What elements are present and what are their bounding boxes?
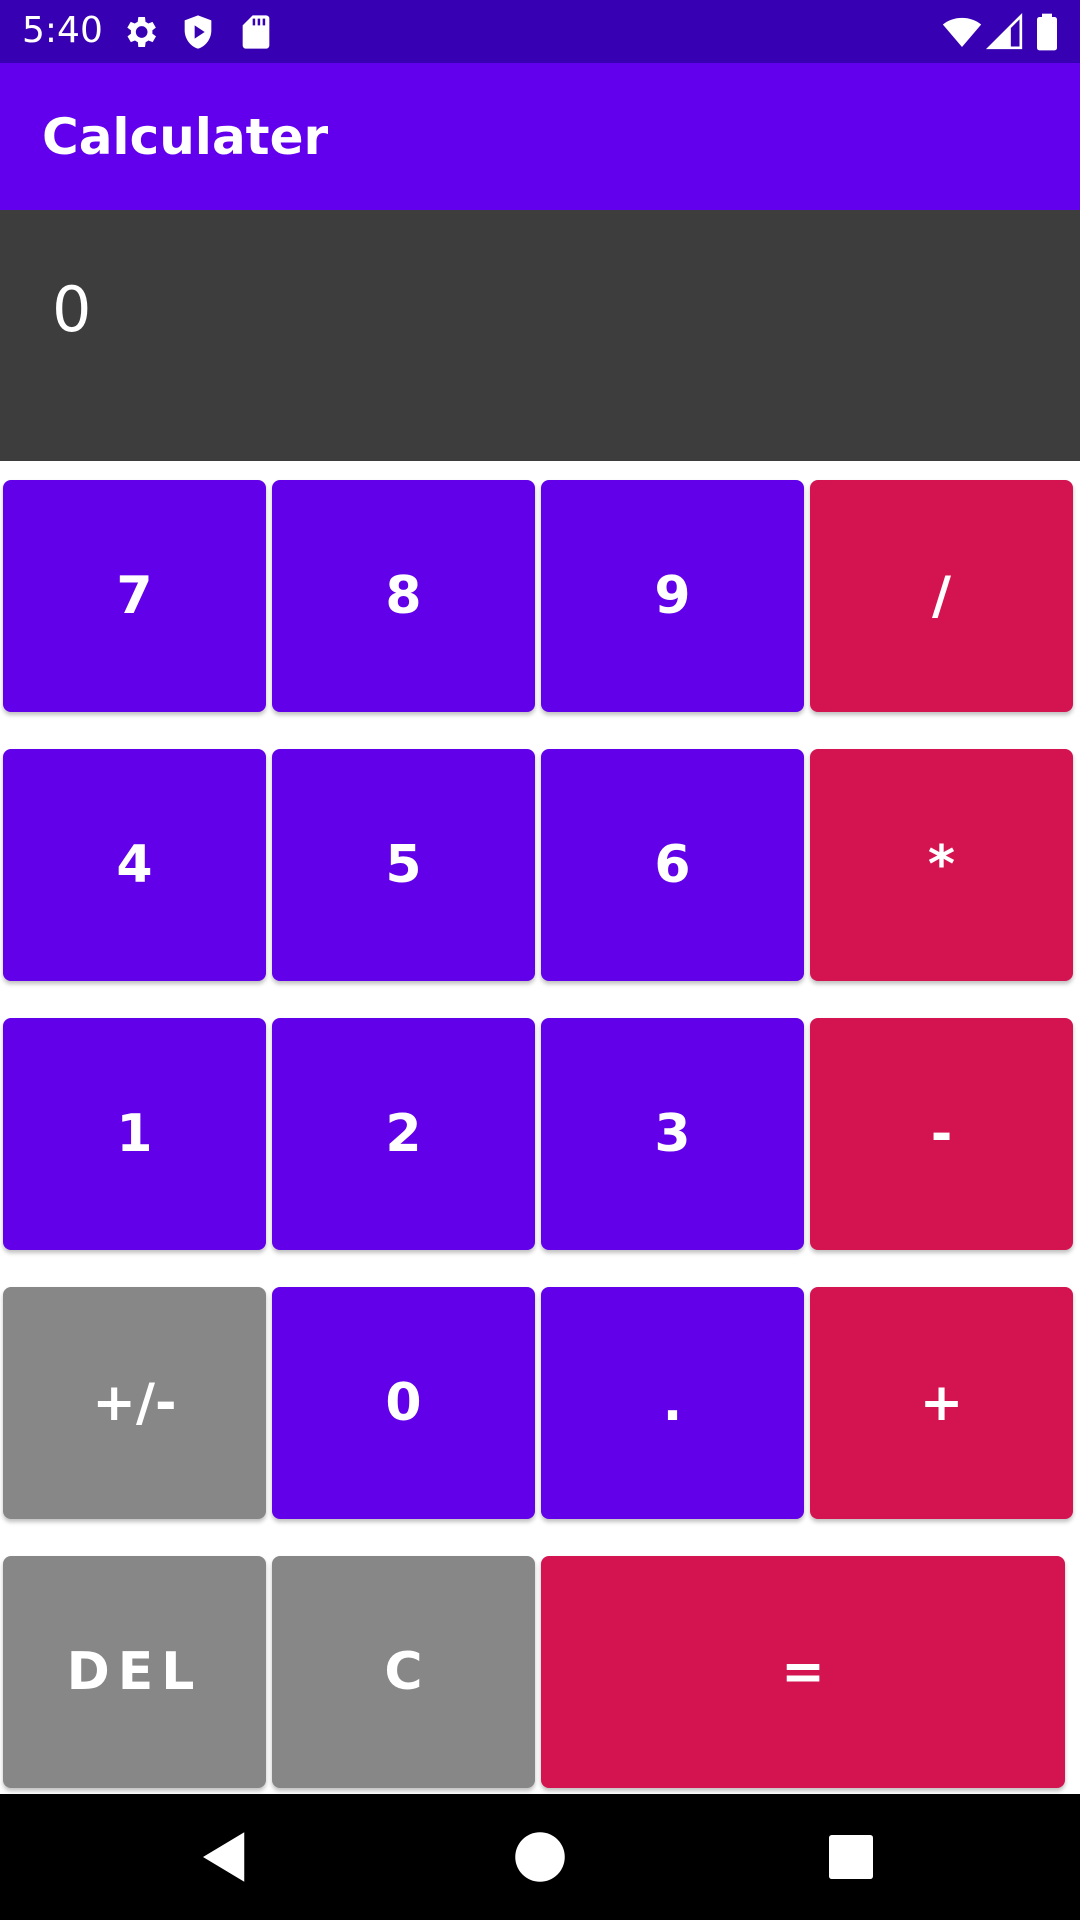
result-display: 0 <box>0 210 1080 461</box>
back-icon[interactable] <box>192 1824 258 1890</box>
recents-icon[interactable] <box>818 1824 884 1890</box>
app-title: Calculater <box>42 108 329 166</box>
wifi-icon <box>942 12 982 52</box>
key-subtract[interactable]: - <box>810 1018 1073 1250</box>
play-protect-icon <box>178 12 218 52</box>
key-6[interactable]: 6 <box>541 749 804 981</box>
key-8[interactable]: 8 <box>272 480 535 712</box>
cell-signal-icon <box>985 12 1025 52</box>
navigation-bar <box>0 1794 1080 1920</box>
battery-icon <box>1030 12 1064 52</box>
key-add[interactable]: + <box>810 1287 1073 1519</box>
key-4[interactable]: 4 <box>3 749 266 981</box>
key-5[interactable]: 5 <box>272 749 535 981</box>
gear-icon <box>120 12 160 52</box>
key-multiply[interactable]: * <box>810 749 1073 981</box>
app-bar: Calculater <box>0 63 1080 210</box>
key-clear[interactable]: C <box>272 1556 535 1788</box>
key-divide[interactable]: / <box>810 480 1073 712</box>
key-1[interactable]: 1 <box>3 1018 266 1250</box>
home-icon[interactable] <box>507 1824 573 1890</box>
display-value: 0 <box>52 273 92 346</box>
key-7[interactable]: 7 <box>3 480 266 712</box>
sd-card-icon <box>236 12 276 52</box>
status-time: 5:40 <box>22 10 103 51</box>
key-equals[interactable]: = <box>541 1556 1065 1788</box>
key-2[interactable]: 2 <box>272 1018 535 1250</box>
key-3[interactable]: 3 <box>541 1018 804 1250</box>
key-0[interactable]: 0 <box>272 1287 535 1519</box>
calculator-screen: 5:40 Calculater 0 7 8 9 / 4 5 6 * 1 2 3 … <box>0 0 1080 1920</box>
key-delete[interactable]: DEL <box>3 1556 266 1788</box>
key-toggle-sign[interactable]: +/- <box>3 1287 266 1519</box>
key-decimal[interactable]: . <box>541 1287 804 1519</box>
key-9[interactable]: 9 <box>541 480 804 712</box>
status-bar: 5:40 <box>0 0 1080 63</box>
